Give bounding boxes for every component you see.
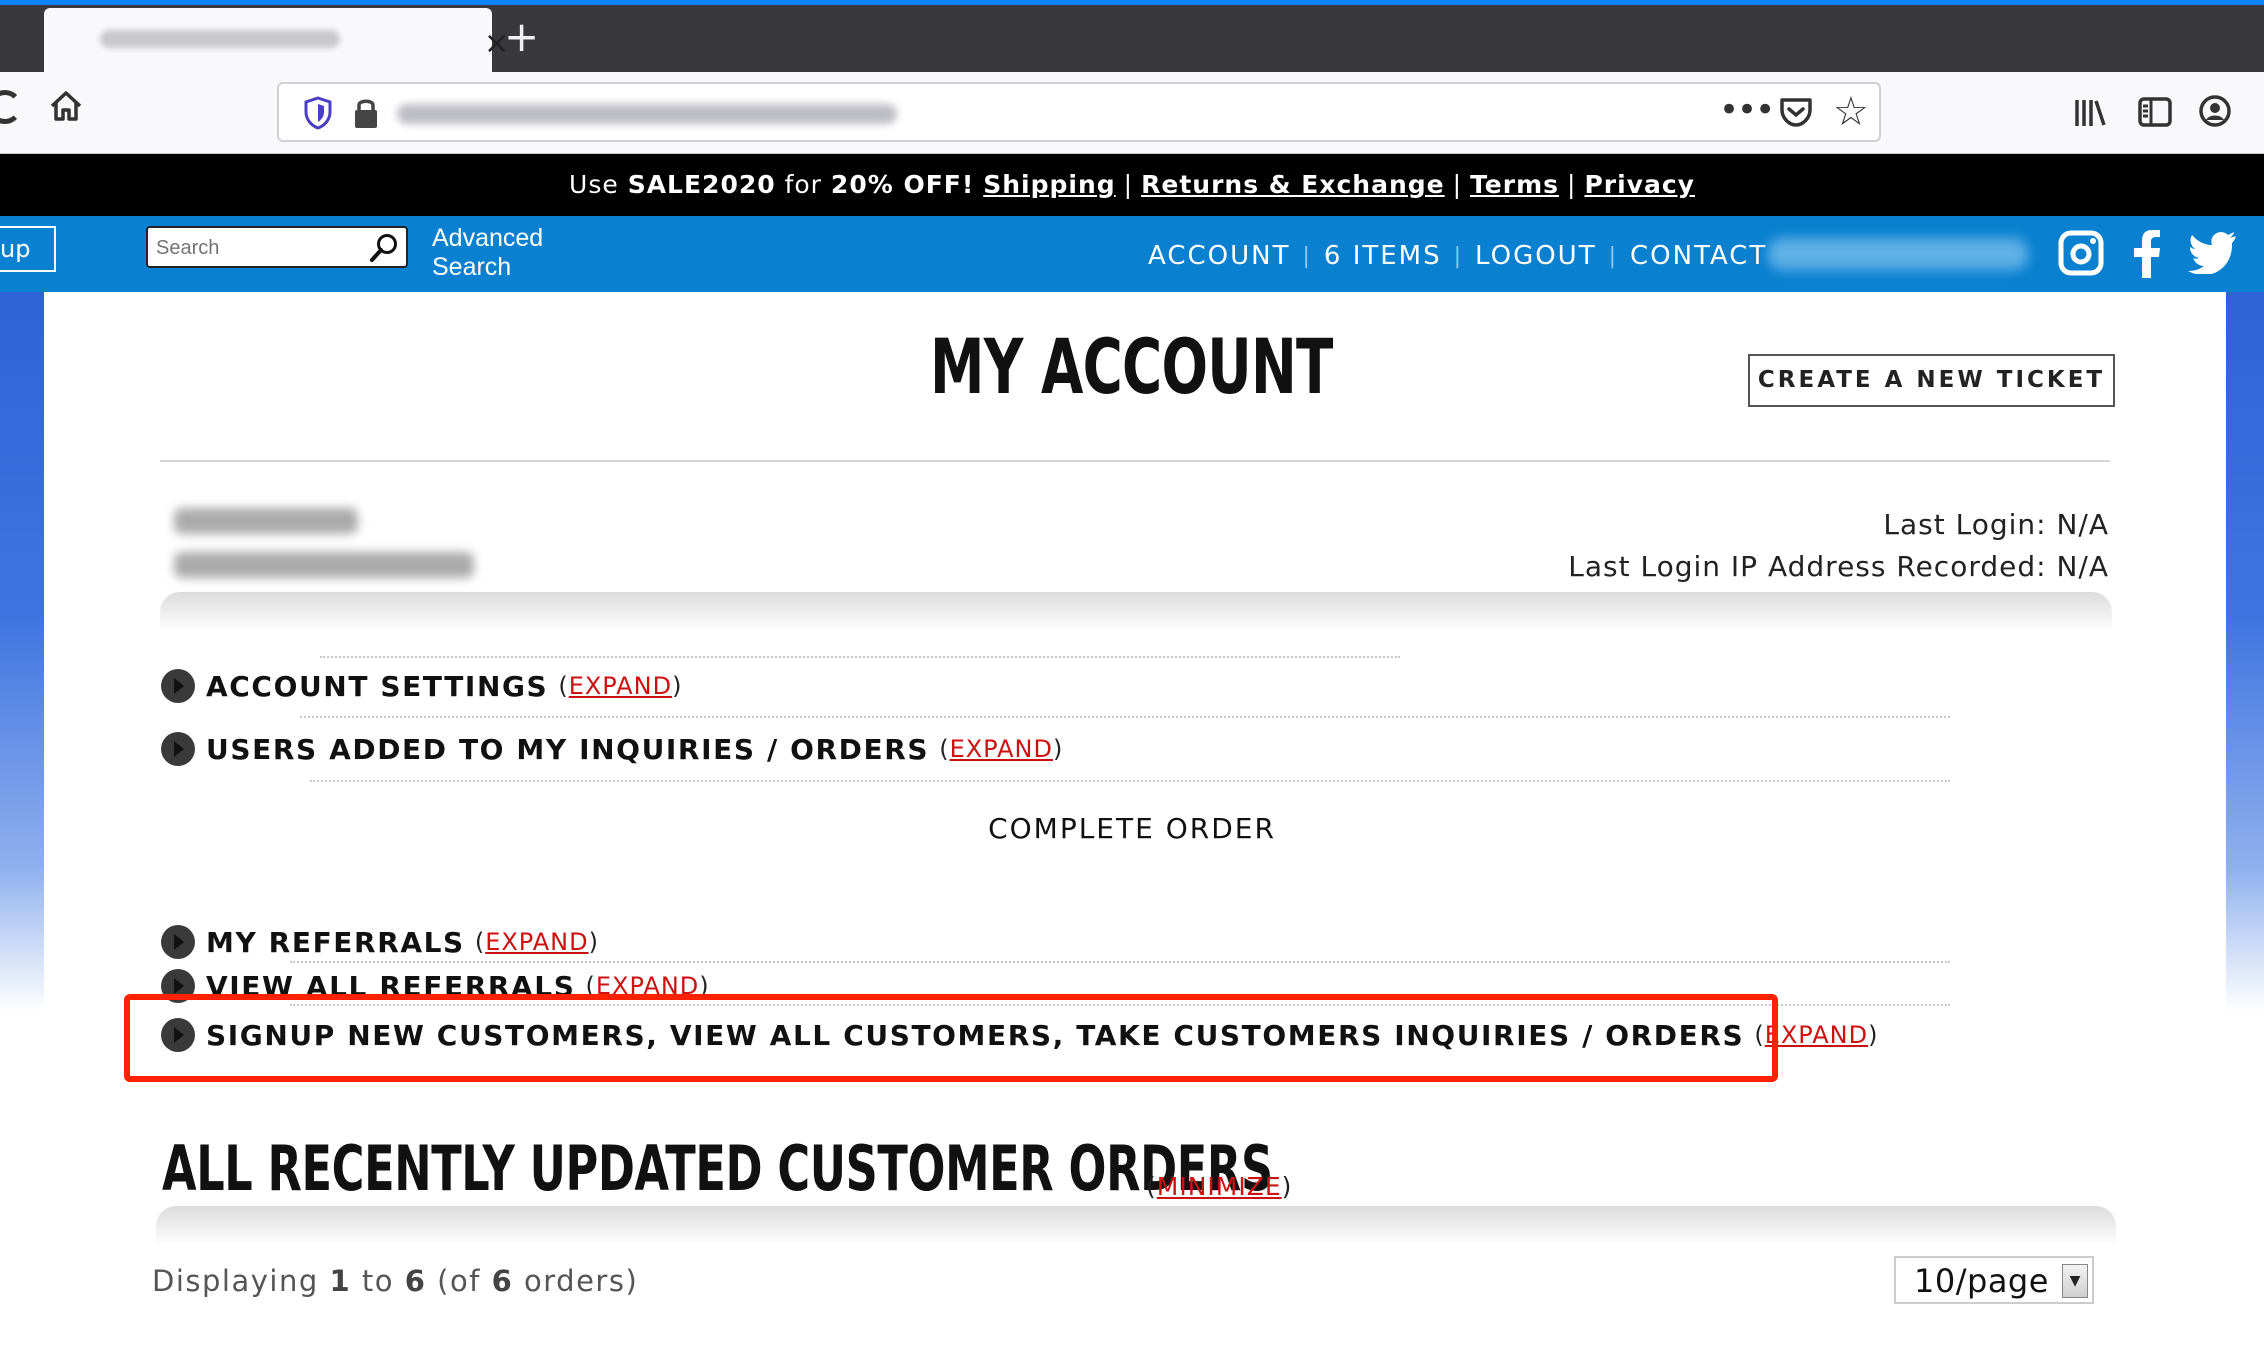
per-page-select[interactable]: 10/page ▼ (1894, 1256, 2094, 1304)
minimize-link[interactable]: MINIMIZE (1157, 1172, 1282, 1201)
promo-link-privacy[interactable]: Privacy (1584, 170, 1695, 199)
shield-icon[interactable] (303, 96, 333, 130)
browser-toolbar: ••• ☆ (0, 72, 2264, 154)
nav-contact[interactable]: CONTACT (1630, 241, 1767, 271)
bullet-arrow-icon (161, 732, 195, 766)
promo-discount: 20% OFF! (830, 170, 975, 199)
bullet-arrow-icon (161, 925, 195, 959)
complete-order-link[interactable]: COMPLETE ORDER (0, 812, 2264, 845)
expand-link[interactable]: EXPAND (950, 735, 1053, 763)
search-input[interactable] (156, 234, 356, 262)
displaying-of-suffix: orders) (513, 1264, 639, 1298)
signup-button[interactable]: up (0, 226, 56, 272)
page-background-right (2226, 292, 2264, 1012)
url-text-blurred (397, 104, 897, 124)
twitter-icon[interactable] (2188, 230, 2238, 274)
promo-prefix: Use (569, 170, 628, 199)
section-label: MY REFERRALS (206, 925, 465, 959)
phone-number-blurred (1768, 238, 2028, 270)
reload-icon[interactable] (0, 90, 22, 124)
pocket-icon[interactable] (1779, 96, 1813, 128)
minimize-wrapper: (MINIMIZE) (1146, 1172, 1293, 1201)
nav-separator: | (1453, 243, 1464, 269)
page-background-left (0, 292, 44, 1012)
info-divider-shadow (160, 592, 2112, 632)
user-email-blurred (174, 552, 474, 578)
last-login-ip-text: Last Login IP Address Recorded: N/A (1568, 550, 2109, 583)
last-login-text: Last Login: N/A (1883, 508, 2109, 541)
expand-link[interactable]: EXPAND (569, 672, 672, 700)
promo-bar: Use SALE2020 for 20% OFF! Shipping | Retur… (0, 154, 2264, 216)
facebook-icon[interactable] (2132, 230, 2162, 278)
highlight-annotation-box (124, 994, 1778, 1082)
create-ticket-button[interactable]: CREATE A NEW TICKET (1748, 354, 2115, 407)
tab-title-blurred (100, 30, 340, 48)
instagram-icon[interactable] (2058, 230, 2104, 276)
tab-accent-line (0, 0, 2264, 5)
expand-wrapper: (EXPAND) (939, 735, 1064, 763)
lock-icon[interactable] (353, 96, 379, 130)
search-box (146, 226, 408, 268)
displaying-of-prefix: (of (426, 1264, 492, 1298)
promo-middle: for (775, 170, 831, 199)
section-divider (320, 656, 1400, 658)
orders-section-title: ALL RECENTLY UPDATED CUSTOMER ORDERS (162, 1132, 1273, 1205)
search-icon[interactable] (368, 232, 400, 264)
account-icon[interactable] (2198, 94, 2232, 128)
nav-account[interactable]: ACCOUNT (1148, 241, 1290, 271)
section-users-added[interactable]: USERS ADDED TO MY INQUIRIES / ORDERS (EX… (160, 731, 1063, 767)
displaying-to: 6 (404, 1264, 427, 1298)
page-title: MY ACCOUNT (930, 322, 1333, 411)
displaying-total: 6 (491, 1264, 514, 1298)
section-divider (300, 716, 1950, 718)
nav-logout[interactable]: LOGOUT (1475, 241, 1597, 271)
nav-separator: | (1302, 243, 1312, 269)
expand-link[interactable]: EXPAND (1765, 1021, 1868, 1049)
nav-separator: | (1608, 243, 1619, 269)
section-divider (310, 780, 1950, 782)
main-nav: ACCOUNT | 6 ITEMS | LOGOUT | CONTACT (1148, 238, 1767, 274)
promo-code: SALE2020 (627, 170, 776, 199)
section-my-referrals[interactable]: MY REFERRALS (EXPAND) (160, 924, 599, 960)
orders-divider-shadow (156, 1206, 2116, 1246)
bookmark-star-icon[interactable]: ☆ (1833, 88, 1869, 136)
nav-cart-items[interactable]: 6 ITEMS (1324, 241, 1442, 271)
url-bar[interactable]: ••• ☆ (277, 82, 1881, 142)
section-divider (290, 961, 1950, 963)
displaying-count-text: Displaying 1 to 6 (of 6 orders) (152, 1264, 638, 1298)
displaying-from: 1 (329, 1264, 352, 1298)
displaying-to-word: to (351, 1264, 405, 1298)
section-account-settings[interactable]: ACCOUNT SETTINGS (EXPAND) (160, 668, 682, 704)
new-tab-button[interactable]: + (504, 12, 539, 62)
browser-tab[interactable]: × (44, 8, 509, 72)
library-icon[interactable] (2074, 98, 2108, 128)
section-label: ACCOUNT SETTINGS (206, 669, 549, 703)
expand-link[interactable]: EXPAND (485, 928, 588, 956)
promo-link-terms[interactable]: Terms (1470, 170, 1559, 199)
per-page-value: 10/page (1914, 1262, 2049, 1300)
advanced-search-link[interactable]: Advanced Search (432, 224, 572, 282)
bullet-arrow-icon (161, 669, 195, 703)
dropdown-arrow-icon[interactable]: ▼ (2062, 1264, 2088, 1298)
expand-wrapper: (EXPAND) (558, 672, 683, 700)
title-divider (160, 460, 2110, 462)
displaying-prefix: Displaying (152, 1264, 330, 1298)
site-navbar: up Advanced Search ACCOUNT | 6 ITEMS | L… (0, 216, 2264, 292)
promo-link-shipping[interactable]: Shipping (983, 170, 1115, 199)
sidebar-icon[interactable] (2138, 96, 2172, 128)
browser-tab-bar: × + (0, 0, 2264, 72)
section-label: USERS ADDED TO MY INQUIRIES / ORDERS (206, 732, 930, 766)
expand-wrapper: (EXPAND) (474, 928, 599, 956)
home-icon[interactable] (46, 86, 86, 126)
promo-link-returns[interactable]: Returns & Exchange (1141, 170, 1445, 199)
user-company-blurred (174, 508, 358, 534)
more-actions-icon[interactable]: ••• (1719, 90, 1775, 130)
